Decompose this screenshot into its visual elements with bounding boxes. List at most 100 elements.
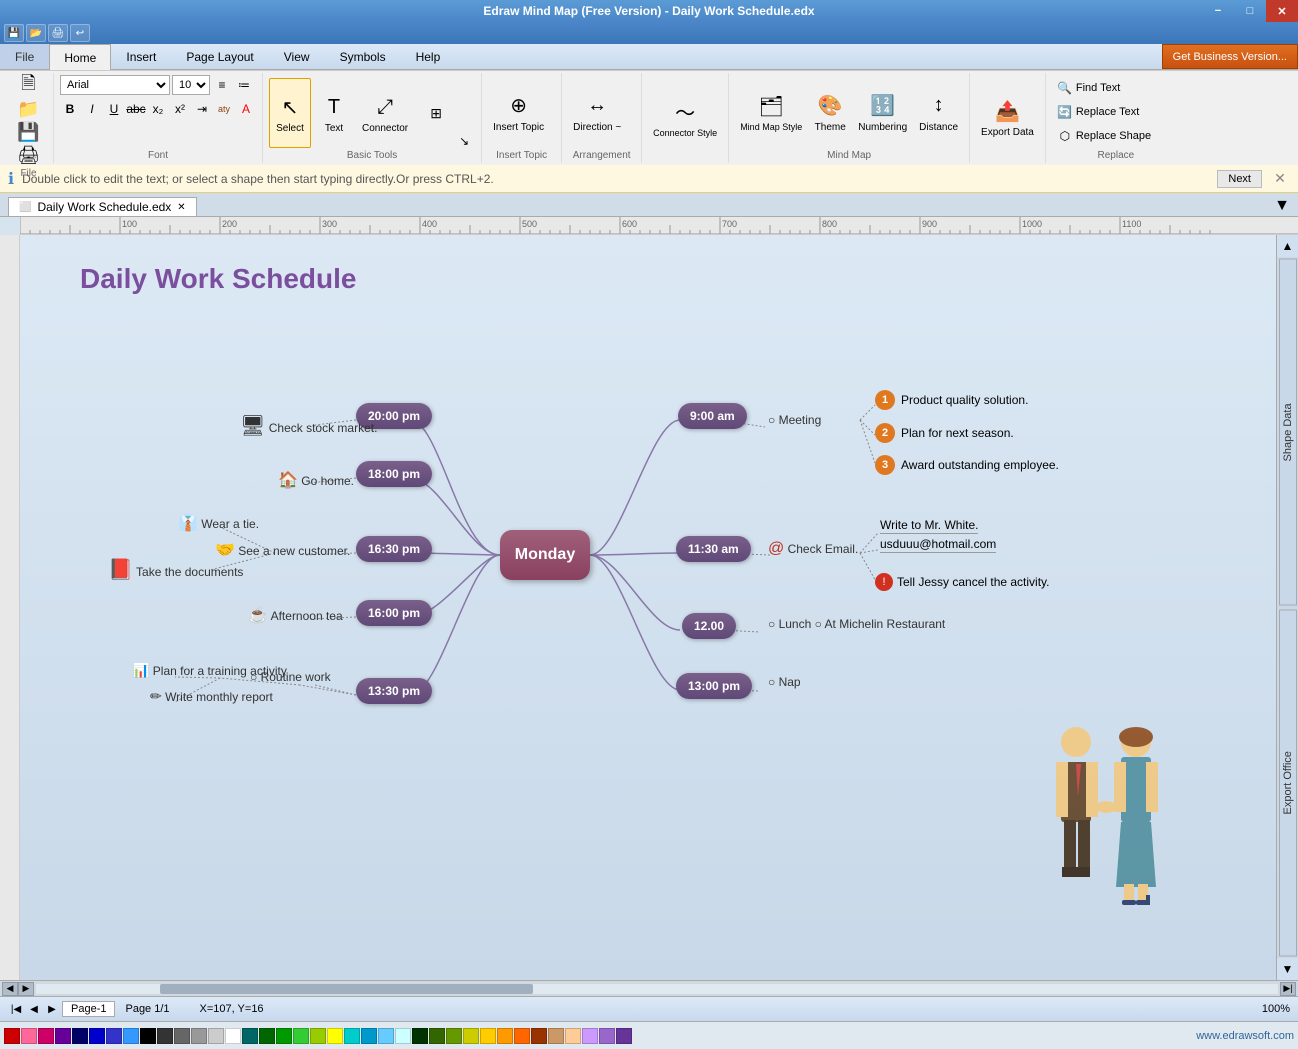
fontcolor-button[interactable]: A <box>236 99 256 119</box>
tab-file[interactable]: File <box>0 44 49 69</box>
time-node-1330[interactable]: 13:30 pm <box>356 678 432 704</box>
scroll-right-icon[interactable]: ▼ <box>1274 197 1290 215</box>
tab-view[interactable]: View <box>269 44 325 69</box>
scroll-left-btn[interactable]: ◀ <box>2 982 18 996</box>
color-tan[interactable] <box>548 1028 564 1044</box>
replace-text-button[interactable]: 🔄 Replace Text <box>1052 101 1156 123</box>
color-lime[interactable] <box>293 1028 309 1044</box>
color-darkblue[interactable] <box>72 1028 88 1044</box>
qa-undo[interactable]: ↩ <box>70 24 90 42</box>
bold-button[interactable]: B <box>60 99 80 119</box>
qa-print[interactable]: 🖨 <box>48 24 68 42</box>
color-midblue[interactable] <box>123 1028 139 1044</box>
color-cyan[interactable] <box>344 1028 360 1044</box>
time-node-1130[interactable]: 11:30 am <box>676 536 751 562</box>
color-purple-dark[interactable] <box>55 1028 71 1044</box>
color-teal[interactable] <box>242 1028 258 1044</box>
color-black[interactable] <box>140 1028 156 1044</box>
h-scrollthumb[interactable] <box>160 984 533 994</box>
get-business-button[interactable]: Get Business Version... <box>1162 44 1298 69</box>
shape-data-tab[interactable]: Shape Data <box>1279 259 1297 606</box>
close-button[interactable]: ✕ <box>1266 0 1298 22</box>
connector-button[interactable]: ⤢ Connector <box>357 78 413 148</box>
file-print[interactable]: 🖨 <box>12 144 45 166</box>
strikethrough-button[interactable]: abc <box>126 99 146 119</box>
scroll-right-btn2[interactable]: ▶ <box>18 982 34 996</box>
color-orange[interactable] <box>497 1028 513 1044</box>
color-lightblue[interactable] <box>378 1028 394 1044</box>
file-save[interactable]: 💾 <box>12 121 44 143</box>
file-open[interactable]: 📁 <box>12 98 44 120</box>
select-button[interactable]: ↖ Select <box>269 78 311 148</box>
nav-prev[interactable]: ◀ <box>26 1001 42 1017</box>
color-pink[interactable] <box>21 1028 37 1044</box>
doc-tab-close[interactable]: ✕ <box>177 202 185 213</box>
qa-save[interactable]: 💾 <box>4 24 24 42</box>
scroll-end-btn[interactable]: ▶| <box>1280 982 1296 996</box>
h-scrollbar[interactable]: ◀ ▶ ▶| <box>0 980 1298 996</box>
insert-topic-button[interactable]: ⊕ Insert Topic <box>488 77 549 147</box>
color-green-dark[interactable] <box>259 1028 275 1044</box>
file-new[interactable]: 🗎 <box>16 75 40 97</box>
document-tab[interactable]: ⬜ Daily Work Schedule.edx ✕ <box>8 197 197 216</box>
export-button[interactable]: 📤 Export Data <box>976 82 1039 152</box>
time-node-900[interactable]: 9:00 am <box>678 403 747 429</box>
color-darkorange[interactable] <box>514 1028 530 1044</box>
color-violet[interactable] <box>599 1028 615 1044</box>
time-node-1600[interactable]: 16:00 pm <box>356 600 432 626</box>
color-green2[interactable] <box>429 1028 445 1044</box>
color-green[interactable] <box>276 1028 292 1044</box>
style-button[interactable]: aty <box>214 99 234 119</box>
color-magenta[interactable] <box>38 1028 54 1044</box>
time-node-1300[interactable]: 13:00 pm <box>676 673 752 699</box>
h-scrolltrack[interactable] <box>36 984 1278 994</box>
nav-first[interactable]: |◀ <box>8 1001 24 1017</box>
color-blue[interactable] <box>89 1028 105 1044</box>
color-yellow[interactable] <box>327 1028 343 1044</box>
color-white[interactable] <box>225 1028 241 1044</box>
font-size-select[interactable]: 10 <box>172 75 210 95</box>
central-node[interactable]: Monday <box>500 530 590 580</box>
color-lavender[interactable] <box>582 1028 598 1044</box>
color-silver[interactable] <box>208 1028 224 1044</box>
theme-button[interactable]: 🎨 Theme <box>809 77 851 147</box>
basic-tools-expand[interactable]: ↘ <box>459 134 475 148</box>
font-family-select[interactable]: Arial <box>60 75 170 95</box>
canvas-wrapper[interactable]: Daily Work Schedule Monday 20:00 pm 18:0… <box>20 235 1276 980</box>
arrangement-button[interactable]: ↔ Direction ~ <box>568 77 626 147</box>
align-button[interactable]: ≡ <box>212 75 232 95</box>
infobar-close[interactable]: ✕ <box>1270 169 1290 189</box>
find-text-button[interactable]: 🔍 Find Text <box>1052 77 1156 99</box>
color-gold[interactable] <box>480 1028 496 1044</box>
color-peach[interactable] <box>565 1028 581 1044</box>
replace-shape-button[interactable]: ⬡ Replace Shape <box>1052 125 1156 147</box>
color-brown[interactable] <box>531 1028 547 1044</box>
mindmap-style-button[interactable]: 🗂 Mind Map Style <box>735 77 807 147</box>
color-olive[interactable] <box>446 1028 462 1044</box>
color-royalblue[interactable] <box>106 1028 122 1044</box>
page-tab[interactable]: Page-1 <box>62 1001 115 1017</box>
scroll-down-button[interactable]: ▼ <box>1277 958 1298 980</box>
text-button[interactable]: T Text <box>313 78 355 148</box>
nav-next[interactable]: ▶ <box>44 1001 60 1017</box>
color-yellow-green[interactable] <box>310 1028 326 1044</box>
subscript-button[interactable]: x₂ <box>148 99 168 119</box>
tab-help[interactable]: Help <box>401 44 456 69</box>
color-red[interactable] <box>4 1028 20 1044</box>
maximize-button[interactable]: □ <box>1234 0 1266 22</box>
underline-button[interactable]: U <box>104 99 124 119</box>
italic-button[interactable]: I <box>82 99 102 119</box>
tab-pagelayout[interactable]: Page Layout <box>171 44 268 69</box>
color-yellow2[interactable] <box>463 1028 479 1044</box>
scroll-up-button[interactable]: ▲ <box>1277 235 1298 257</box>
connector-style-button[interactable]: 〜 Connector Style <box>648 82 722 152</box>
color-aqua[interactable] <box>395 1028 411 1044</box>
minimize-button[interactable]: − <box>1202 0 1234 22</box>
tab-symbols[interactable]: Symbols <box>325 44 401 69</box>
qa-open[interactable]: 📂 <box>26 24 46 42</box>
color-darkgreen2[interactable] <box>412 1028 428 1044</box>
list-button[interactable]: ≔ <box>234 75 254 95</box>
export-office-tab[interactable]: Export Office <box>1279 610 1297 957</box>
color-gray[interactable] <box>174 1028 190 1044</box>
indent-button[interactable]: ⇥ <box>192 99 212 119</box>
